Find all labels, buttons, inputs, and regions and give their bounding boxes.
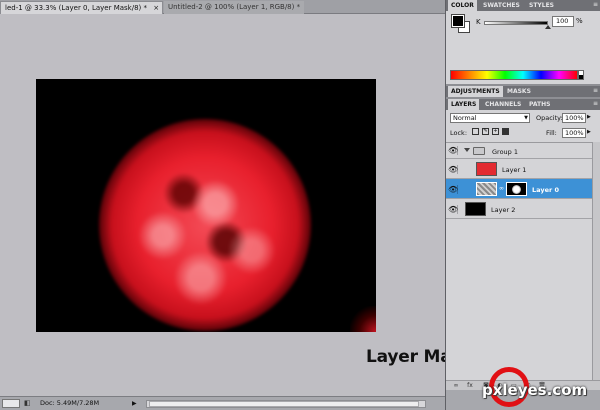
red-glow-corner [350,306,376,332]
horizontal-scrollbar[interactable] [146,400,426,408]
blend-mode-select[interactable]: Normal ▼ [450,113,530,123]
lock-position-icon[interactable]: + [492,128,499,135]
layers-panel: Normal ▼ Opacity: 100% ▶ Lock: ✎ + Fill:… [446,110,600,390]
eye-icon[interactable]: 👁 [448,185,458,194]
link-layers-icon[interactable]: ∞ [452,382,460,389]
color-spectrum-ramp[interactable] [450,70,578,80]
layer-name: Group 1 [492,148,518,156]
chain-link-icon[interactable]: ∞ [499,185,504,192]
layers-vertical-scrollbar[interactable] [592,142,600,380]
red-glow-sphere [99,119,311,331]
scrollbar-thumb[interactable] [149,401,419,407]
lock-transparent-icon[interactable] [472,128,479,135]
tab-adjustments[interactable]: ADJUSTMENTS [448,86,503,97]
layer-row-layer-2[interactable]: 👁 Layer 2 [446,199,592,219]
lock-all-icon[interactable] [502,128,509,135]
fill-slider-arrow-icon[interactable]: ▶ [587,129,591,135]
status-bar: ◧ Doc: 5.49M/7.28M ▶ [0,396,445,410]
chevron-down-icon: ▼ [524,115,528,121]
document-info-icon[interactable]: ◧ [24,399,34,408]
color-panel-tabs: COLOR SWATCHES STYLES ≡ [446,0,600,11]
layer-name: Layer 2 [491,206,516,214]
disclosure-triangle-icon[interactable] [464,148,470,152]
color-panel: K 100 % [446,11,600,84]
fill-label: Fill: [546,129,557,137]
watermark: pxleyes.com [482,381,588,399]
slider-handle-icon[interactable] [545,25,551,29]
document-tab-label: Untitled-2 @ 100% (Layer 1, RGB/8) * [168,3,301,11]
image-canvas[interactable] [36,79,376,332]
panel-menu-icon[interactable]: ≡ [593,1,598,8]
lock-label: Lock: [450,129,468,137]
k-value-input[interactable]: 100 [552,16,574,27]
layers-list: 👁 Group 1 👁 Layer 1 👁 ∞ Layer 0 👁 Layer … [446,142,592,380]
document-area: led-1 @ 33.3% (Layer 0, Layer Mask/8) * … [0,0,542,410]
panel-menu-icon[interactable]: ≡ [593,87,598,94]
tab-color[interactable]: COLOR [448,0,477,11]
layer-name: Layer 0 [532,186,559,194]
document-tab[interactable]: Untitled-2 @ 100% (Layer 1, RGB/8) * × [164,1,304,14]
document-tab-active[interactable]: led-1 @ 33.3% (Layer 0, Layer Mask/8) * … [0,1,163,14]
lock-image-icon[interactable]: ✎ [482,128,489,135]
layer-thumbnail [476,162,497,176]
blend-mode-value: Normal [453,114,477,122]
layer-row-layer-0-selected[interactable]: 👁 ∞ Layer 0 [446,179,592,199]
document-tab-bar: led-1 @ 33.3% (Layer 0, Layer Mask/8) * … [0,0,445,14]
layer-mask-thumbnail[interactable] [506,182,527,196]
layer-row-layer-1[interactable]: 👁 Layer 1 [446,159,592,179]
tab-masks[interactable]: MASKS [504,86,534,97]
opacity-input[interactable]: 100% [562,113,586,123]
tab-styles[interactable]: STYLES [526,0,557,11]
layer-row-group-1[interactable]: 👁 Group 1 [446,143,592,159]
foreground-color-swatch[interactable] [451,14,465,28]
opacity-slider-arrow-icon[interactable]: ▶ [587,114,591,120]
tab-paths[interactable]: PATHS [526,99,553,110]
k-unit: % [576,17,583,25]
layer-thumbnail[interactable] [476,182,497,196]
zoom-field[interactable] [2,399,20,408]
close-icon[interactable]: × [153,4,159,12]
eye-icon[interactable]: 👁 [448,205,458,214]
tab-channels[interactable]: CHANNELS [482,99,524,110]
layers-panel-tabs: LAYERS CHANNELS PATHS ≡ [446,99,600,110]
opacity-label: Opacity: [536,114,563,122]
mask-shape [512,185,521,194]
status-menu-arrow-icon[interactable]: ▶ [132,399,140,408]
document-tab-label: led-1 @ 33.3% (Layer 0, Layer Mask/8) * [5,4,148,12]
black-white-ramp[interactable] [578,70,584,80]
folder-icon [473,147,485,155]
adjustments-panel-tabs: ADJUSTMENTS MASKS ≡ [446,86,600,97]
document-size: Doc: 5.49M/7.28M [40,399,100,407]
eye-icon[interactable]: 👁 [448,146,458,155]
eye-icon[interactable]: 👁 [448,165,458,174]
panel-menu-icon[interactable]: ≡ [593,100,598,107]
tab-swatches[interactable]: SWATCHES [480,0,523,11]
tab-layers[interactable]: LAYERS [448,99,480,110]
k-slider[interactable] [484,21,548,25]
fill-input[interactable]: 100% [562,128,586,138]
channel-label: K [476,18,481,26]
layer-style-icon[interactable]: fx [466,382,474,389]
panel-dock: COLOR SWATCHES STYLES ≡ K 100 % ADJUSTME… [445,0,600,410]
layer-thumbnail [465,202,486,216]
layer-name: Layer 1 [502,166,527,174]
